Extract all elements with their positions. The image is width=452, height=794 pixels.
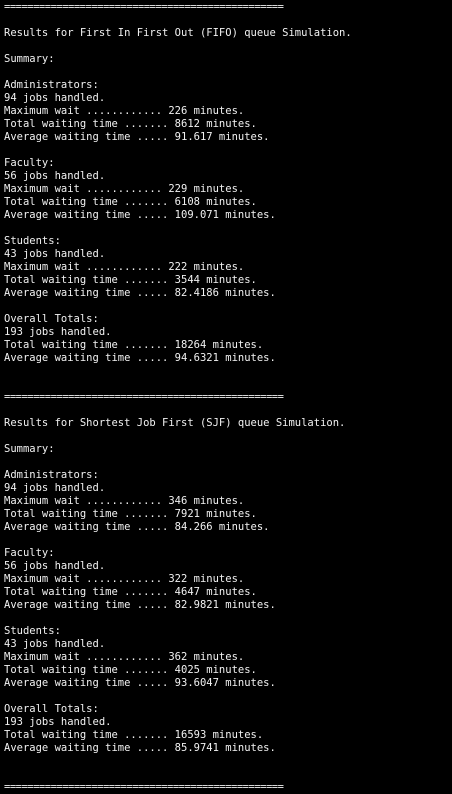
fifo-students-title: Students: (4, 235, 61, 247)
fifo-faculty-title: Faculty: (4, 157, 55, 169)
sjf-admin-jobs: 94 jobs handled. (4, 482, 106, 494)
fifo-students-total-wait: Total waiting time ....... 3544 minutes. (4, 274, 257, 286)
sjf-admin-total-wait: Total waiting time ....... 7921 minutes. (4, 508, 257, 520)
sjf-faculty-jobs: 56 jobs handled. (4, 560, 106, 572)
fifo-students-jobs: 43 jobs handled. (4, 248, 106, 260)
sjf-faculty-max-wait: Maximum wait ............ 322 minutes. (4, 573, 245, 585)
sjf-students-avg-wait: Average waiting time ..... 93.6047 minut… (4, 677, 276, 689)
fifo-overall-total-wait: Total waiting time ....... 18264 minutes… (4, 339, 264, 351)
sjf-overall-avg-wait: Average waiting time ..... 85.9741 minut… (4, 742, 276, 754)
fifo-admin-jobs: 94 jobs handled. (4, 92, 106, 104)
fifo-admin-title: Administrators: (4, 79, 99, 91)
fifo-students-avg-wait: Average waiting time ..... 82.4186 minut… (4, 287, 276, 299)
sjf-admin-max-wait: Maximum wait ............ 346 minutes. (4, 495, 245, 507)
sjf-overall-jobs: 193 jobs handled. (4, 716, 112, 728)
fifo-faculty-jobs: 56 jobs handled. (4, 170, 106, 182)
fifo-summary-label: Summary: (4, 53, 55, 65)
fifo-faculty-total-wait: Total waiting time ....... 6108 minutes. (4, 196, 257, 208)
sjf-faculty-avg-wait: Average waiting time ..... 82.9821 minut… (4, 599, 276, 611)
fifo-heading: Results for First In First Out (FIFO) qu… (4, 27, 352, 39)
separator-line: ========================================… (4, 1, 284, 13)
sjf-students-max-wait: Maximum wait ............ 362 minutes. (4, 651, 245, 663)
sjf-students-total-wait: Total waiting time ....... 4025 minutes. (4, 664, 257, 676)
fifo-students-max-wait: Maximum wait ............ 222 minutes. (4, 261, 245, 273)
sjf-faculty-total-wait: Total waiting time ....... 4647 minutes. (4, 586, 257, 598)
separator-line: ========================================… (4, 391, 284, 403)
fifo-admin-avg-wait: Average waiting time ..... 91.617 minute… (4, 131, 270, 143)
fifo-admin-max-wait: Maximum wait ............ 226 minutes. (4, 105, 245, 117)
sjf-admin-title: Administrators: (4, 469, 99, 481)
sjf-overall-title: Overall Totals: (4, 703, 99, 715)
sjf-heading: Results for Shortest Job First (SJF) que… (4, 417, 346, 429)
sjf-students-title: Students: (4, 625, 61, 637)
sjf-overall-total-wait: Total waiting time ....... 16593 minutes… (4, 729, 264, 741)
sjf-faculty-title: Faculty: (4, 547, 55, 559)
fifo-overall-avg-wait: Average waiting time ..... 94.6321 minut… (4, 352, 276, 364)
fifo-faculty-max-wait: Maximum wait ............ 229 minutes. (4, 183, 245, 195)
fifo-overall-title: Overall Totals: (4, 313, 99, 325)
sjf-summary-label: Summary: (4, 443, 55, 455)
sjf-students-jobs: 43 jobs handled. (4, 638, 106, 650)
fifo-faculty-avg-wait: Average waiting time ..... 109.071 minut… (4, 209, 276, 221)
fifo-admin-total-wait: Total waiting time ....... 8612 minutes. (4, 118, 257, 130)
fifo-overall-jobs: 193 jobs handled. (4, 326, 112, 338)
separator-line: ========================================… (4, 781, 284, 793)
sjf-admin-avg-wait: Average waiting time ..... 84.266 minute… (4, 521, 270, 533)
terminal-output[interactable]: ========================================… (0, 0, 452, 793)
